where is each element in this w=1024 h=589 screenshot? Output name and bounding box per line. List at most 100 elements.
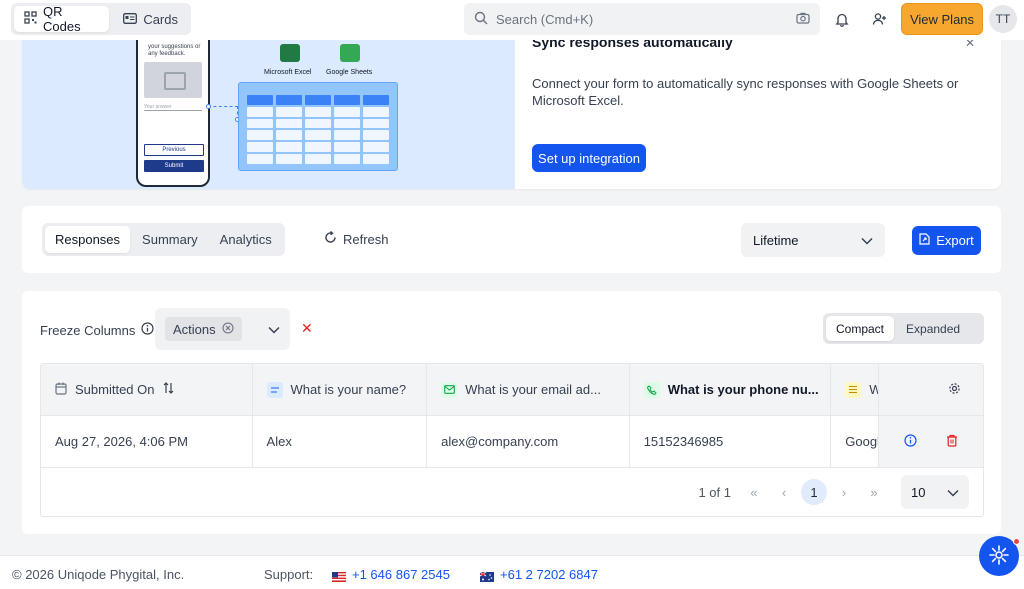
footer: © 2026 Uniqode Phygital, Inc. Support: +…: [0, 555, 1024, 589]
banner-description: Connect your form to automatically sync …: [532, 76, 959, 108]
image-placeholder-icon: [144, 62, 202, 98]
page-number-button[interactable]: 1: [801, 479, 827, 505]
last-page-icon[interactable]: »: [861, 479, 887, 505]
freeze-chip: Actions: [165, 317, 242, 341]
cell-name: Alex: [253, 416, 428, 467]
camera-icon[interactable]: [796, 12, 810, 27]
clear-freeze-icon[interactable]: ✕: [301, 320, 313, 337]
search-icon: [474, 11, 488, 28]
sort-icon[interactable]: [163, 382, 174, 397]
excel-icon: [280, 44, 300, 62]
cards-label: Cards: [143, 11, 178, 27]
au-flag-icon: [479, 570, 494, 582]
cell-submitted-on: Aug 27, 2026, 4:06 PM: [41, 416, 253, 467]
cell-phone: 15152346985: [630, 416, 832, 467]
compact-view-button[interactable]: Compact: [826, 316, 895, 341]
info-icon[interactable]: [141, 322, 154, 338]
period-select[interactable]: Lifetime: [741, 223, 885, 257]
next-page-icon[interactable]: ›: [831, 479, 857, 505]
delete-icon[interactable]: [946, 434, 958, 450]
close-icon[interactable]: ✕: [965, 40, 975, 50]
tab-analytics[interactable]: Analytics: [210, 226, 282, 253]
page-summary: 1 of 1: [698, 484, 731, 500]
expanded-view-button[interactable]: Expanded: [896, 316, 970, 341]
phone-icon: [643, 381, 660, 398]
cards-tab[interactable]: Cards: [113, 6, 188, 32]
top-bar: QR Codes Cards Search (Cmd+K) View Plans…: [0, 0, 1024, 40]
column-label: Submitted On: [75, 382, 155, 397]
prev-page-icon[interactable]: ‹: [771, 479, 797, 505]
responses-toolbar: Responses Summary Analytics Refresh Life…: [22, 206, 1001, 273]
freeze-chip-label: Actions: [173, 321, 216, 337]
card-icon: [123, 12, 138, 27]
phone-prompt: your suggestions or any feedback.: [148, 44, 201, 57]
us-phone-link[interactable]: +1 646 867 2545: [332, 567, 450, 582]
export-label: Export: [936, 233, 974, 248]
column-header-truncated[interactable]: W: [831, 364, 880, 415]
copyright-text: © 2026 Uniqode Phygital, Inc.: [12, 567, 185, 582]
phone-illustration: your suggestions or any feedback. Your a…: [136, 40, 210, 187]
rows-per-page-value: 10: [911, 484, 926, 500]
phone-submit: Submit: [144, 160, 204, 172]
invite-user-icon[interactable]: [868, 8, 890, 30]
column-header-name[interactable]: What is your name?: [253, 364, 428, 415]
email-icon: [441, 381, 458, 398]
us-phone-number: +1 646 867 2545: [352, 567, 450, 582]
notification-dot: [1013, 538, 1020, 545]
connector-line: [208, 106, 238, 120]
short-text-icon: [266, 381, 283, 398]
us-flag-icon: [332, 570, 346, 582]
sheets-label: Google Sheets: [326, 69, 373, 76]
phone-input: Your answer: [144, 104, 202, 111]
row-actions: [879, 416, 983, 467]
list-icon: [845, 381, 862, 398]
view-mode-toggle: Compact Expanded: [823, 313, 984, 344]
info-icon[interactable]: [904, 433, 917, 450]
tab-responses[interactable]: Responses: [45, 226, 131, 253]
au-phone-link[interactable]: +61 2 7202 6847: [479, 567, 598, 582]
period-value: Lifetime: [753, 232, 799, 248]
column-label: What is your email ad...: [465, 382, 601, 397]
rows-per-page-select[interactable]: 10: [901, 475, 969, 509]
search-bar[interactable]: Search (Cmd+K): [464, 3, 820, 35]
excel-label: Microsoft Excel: [264, 69, 312, 76]
connector-dot: [206, 104, 211, 109]
chevron-down-icon: [268, 322, 280, 337]
support-label: Support:: [264, 567, 314, 582]
first-page-icon[interactable]: «: [741, 479, 767, 505]
column-header-email[interactable]: What is your email ad...: [427, 364, 630, 415]
export-button[interactable]: Export: [912, 226, 981, 255]
qr-code-icon: [24, 11, 37, 27]
chevron-down-icon: [861, 233, 873, 248]
refresh-icon: [324, 230, 337, 247]
calendar-icon: [55, 382, 67, 398]
settings-gear-icon[interactable]: [948, 382, 961, 398]
search-input[interactable]: Search (Cmd+K): [496, 12, 788, 27]
tab-summary[interactable]: Summary: [132, 226, 208, 253]
refresh-label: Refresh: [343, 231, 389, 247]
table-row[interactable]: Aug 27, 2026, 4:06 PM Alex alex@company.…: [41, 416, 983, 468]
responses-table: Submitted On What is your name? What is …: [40, 363, 984, 517]
freeze-columns-text: Freeze Columns: [40, 322, 136, 338]
column-label: What is your name?: [290, 382, 407, 397]
bell-icon[interactable]: [831, 8, 853, 30]
column-header-submitted[interactable]: Submitted On: [41, 364, 253, 415]
refresh-button[interactable]: Refresh: [324, 230, 389, 247]
phone-previous: Previous: [144, 144, 204, 156]
qr-codes-tab[interactable]: QR Codes: [14, 4, 110, 34]
qr-codes-label: QR Codes: [43, 4, 81, 34]
column-label: What is your phone nu...: [667, 382, 819, 397]
export-icon: [919, 233, 930, 248]
google-sheets-icon: [340, 44, 360, 62]
freeze-columns-select[interactable]: Actions: [155, 308, 290, 350]
product-switcher: QR Codes Cards: [11, 3, 191, 35]
integration-banner: your suggestions or any feedback. Your a…: [22, 40, 1001, 189]
view-plans-button[interactable]: View Plans: [901, 3, 983, 35]
cell-email: alex@company.com: [427, 416, 630, 467]
spreadsheet-illustration: [238, 82, 398, 171]
avatar[interactable]: TT: [989, 5, 1017, 33]
column-header-phone[interactable]: What is your phone nu...: [630, 364, 832, 415]
setup-integration-button[interactable]: Set up integration: [532, 144, 646, 172]
remove-chip-icon[interactable]: [222, 321, 234, 337]
column-header-actions: [879, 364, 983, 415]
